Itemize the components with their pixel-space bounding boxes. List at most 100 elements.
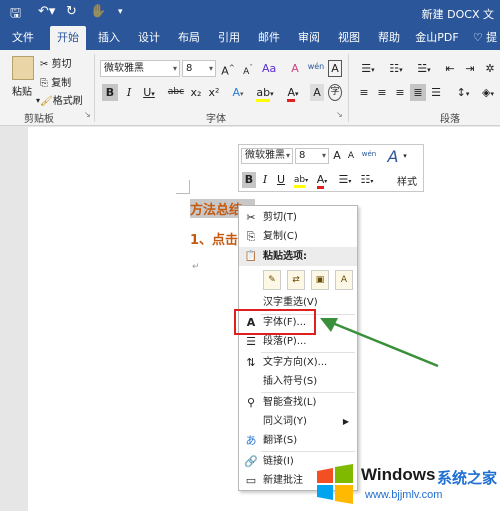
mini-highlight-button[interactable]: ab▾ [291,172,311,188]
decrease-indent-button[interactable]: ⇤ [442,60,458,77]
paste-keep-source-icon[interactable]: ✎ [263,270,281,290]
save-icon[interactable]: 🖫 [10,4,21,26]
undo-icon[interactable]: ↶▾ [38,4,55,19]
distributed-button[interactable]: ☰ [428,84,444,101]
chinese-layout-button[interactable]: ✲ [482,60,498,77]
subscript-button[interactable]: x₂ [188,84,204,101]
mini-shrink-font-button[interactable]: A [345,148,357,164]
tab-mailings[interactable]: 邮件 [252,26,286,50]
paragraph-mark: ↵ [192,262,200,272]
underline-button[interactable]: U▾ [140,84,158,101]
search-icon: ⚲ [246,396,256,409]
enclose-characters-button[interactable]: 字 [328,84,342,101]
paste-merge-format-icon[interactable]: ⇄ [287,270,305,290]
paste-button[interactable]: 粘贴 [12,83,32,98]
group-divider [348,54,349,122]
format-painter-button[interactable]: 🖌格式刷 [40,92,83,107]
menu-item-smart-lookup[interactable]: ⚲ 智能查找(L) [239,393,357,412]
chevron-down-icon: ▾ [208,64,213,73]
text-direction-icon: ⇅ [246,356,256,369]
tab-help[interactable]: 帮助 [372,26,406,50]
superscript-button[interactable]: x² [206,84,222,101]
chevron-down-icon: ▾ [172,64,177,73]
paste-picture-icon[interactable]: ▣ [311,270,329,290]
mini-grow-font-button[interactable]: A [331,148,343,164]
windows-logo-icon [317,464,353,504]
touch-mode-icon[interactable]: ✋ [90,4,106,19]
mini-toolbar: 微软雅黑 ▾ 8 ▾ A A wén A ▾ B I U ab▾ A▾ ☰▾ ☷▾ … [238,144,424,192]
watermark-brand: Windows [361,465,436,484]
paste-options-header: 📋 粘贴选项: [239,247,357,266]
mini-font-name-select[interactable]: 微软雅黑 ▾ [241,148,293,164]
ribbon-tabs: 文件 开始 插入 设计 布局 引用 邮件 审阅 视图 帮助 金山PDF ♡ 提 [0,26,500,50]
paragraph-group-label: 段落 [440,114,460,125]
tab-kingsoft-pdf[interactable]: 金山PDF [412,26,462,50]
shading-button[interactable]: ◈▾ [478,84,498,101]
tab-home[interactable]: 开始 [50,26,86,50]
chevron-right-icon: ▶ [342,417,349,426]
text-effects-button[interactable]: A▾ [228,84,248,101]
tab-references[interactable]: 引用 [212,26,246,50]
annotation-arrow-icon [320,318,439,368]
chevron-down-icon: ▾ [321,151,326,160]
menu-item-copy[interactable]: ⎘ 复制(C) [239,227,357,246]
tab-review[interactable]: 审阅 [292,26,326,50]
increase-indent-button[interactable]: ⇥ [462,60,478,77]
customize-qat-icon[interactable]: ▾ [118,7,123,17]
clipboard-launcher-icon[interactable]: ↘ [84,110,91,119]
mini-phonetic-button[interactable]: wén [361,146,377,162]
align-left-button[interactable]: ≡ [356,84,372,101]
tab-insert[interactable]: 插入 [92,26,126,50]
tab-tell-me[interactable]: ♡ 提 [470,26,500,50]
align-right-button[interactable]: ≡ [392,84,408,101]
font-size-select[interactable]: 8 ▾ [182,60,216,77]
menu-item-translate[interactable]: あ翻译(S) [239,431,357,450]
font-name-select[interactable]: 微软雅黑 ▾ [100,60,180,77]
menu-item-synonyms[interactable]: 同义词(Y) ▶ [239,412,357,431]
highlight-color-button[interactable]: ab▾ [254,84,276,102]
menu-item-cut[interactable]: ✂ 剪切(T) [239,208,357,227]
copy-button[interactable]: ⎘ 复制 [40,74,71,89]
tab-view[interactable]: 视图 [332,26,366,50]
bullets-button[interactable]: ☰▾ [356,60,380,77]
font-launcher-icon[interactable]: ↘ [336,110,343,119]
justify-button[interactable]: ≣ [410,84,426,101]
paste-text-only-icon[interactable]: A [335,270,353,290]
line-spacing-button[interactable]: ↕▾ [452,84,474,101]
copy-icon: ⎘ [246,230,256,243]
mini-styles-icon[interactable]: A [383,147,403,167]
tab-layout[interactable]: 布局 [172,26,206,50]
paste-icon[interactable] [12,56,34,80]
strikethrough-button[interactable]: abc [166,84,186,101]
mini-font-size-select[interactable]: 8 ▾ [295,148,329,164]
character-shading-button[interactable]: A [310,84,324,101]
bold-button[interactable]: B [102,84,118,101]
font-color-button[interactable]: A▾ [282,84,304,102]
clear-formatting-button[interactable]: A [286,60,304,77]
mini-bullets-button[interactable]: ☰▾ [335,172,355,188]
italic-button[interactable]: I [122,84,136,101]
watermark-url: www.bjjmlv.com [365,489,443,501]
tab-design[interactable]: 设计 [132,26,166,50]
multilevel-list-button[interactable]: ☱▾ [412,60,436,77]
tab-file[interactable]: 文件 [6,26,40,50]
grow-font-button[interactable]: A^ [220,60,236,78]
character-border-button[interactable]: A [328,60,342,77]
mini-underline-button[interactable]: U [275,172,287,188]
margin-crop-mark [189,180,190,194]
redo-icon[interactable]: ↻ [66,4,77,19]
mini-font-color-button[interactable]: A▾ [313,172,331,189]
brush-icon: 🖌 [40,96,53,107]
shrink-font-button[interactable]: Aˇ [240,60,256,77]
cut-button[interactable]: ✂ 剪切 [40,55,72,70]
document-title: 新建 DOCX 文 [421,8,494,21]
menu-item-insert-symbol[interactable]: 插入符号(S) [239,372,357,391]
mini-numbering-button[interactable]: ☷▾ [357,172,377,188]
font-case-button[interactable]: Aa [262,60,276,77]
mini-bold-button[interactable]: B [242,172,256,188]
chevron-down-icon[interactable]: ▾ [401,148,409,164]
mini-italic-button[interactable]: I [259,172,271,188]
phonetic-guide-button[interactable]: wén [306,58,326,75]
numbering-button[interactable]: ☷▾ [384,60,408,77]
align-center-button[interactable]: ≡ [374,84,390,101]
